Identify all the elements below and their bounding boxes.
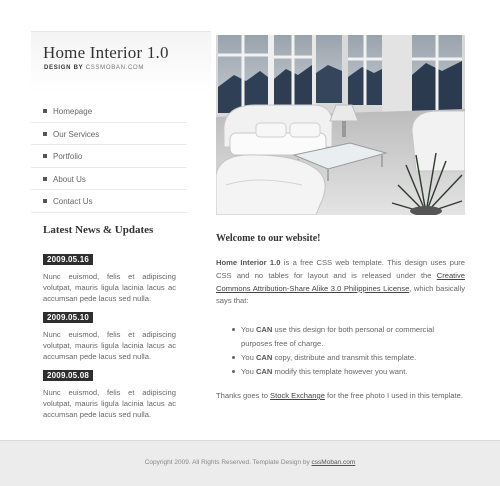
news-item: 2009.05.16 Nunc euismod, felis et adipis… [43,249,176,304]
list-item: You CAN modify this template however you… [232,365,466,379]
sidebar-nav: Homepage Our Services Portfolio About Us… [31,100,187,213]
intro-bold: Home Interior 1.0 [216,258,281,267]
bullet-dot [232,356,235,359]
bullet-dot [232,370,235,373]
list-text: You [241,367,256,376]
list-text: You [241,325,256,334]
list-item: You CAN copy, distribute and transmit th… [232,351,466,365]
footer-text: Copyright 2009. All Rights Reserved. Tem… [0,459,500,466]
nav-item-about-us[interactable]: About Us [31,168,187,190]
site-title: Home Interior 1.0 [43,43,169,62]
list-text: copy, distribute and transmit this templ… [272,353,417,362]
design-by-label: DESIGN BY [44,65,84,71]
news-date-badge: 2009.05.10 [43,312,94,323]
list-item: You CAN use this design for both persona… [232,323,466,351]
intro-paragraph: Home Interior 1.0 is a free CSS web temp… [216,257,465,308]
bullet-dot [232,328,235,331]
nav-item-label: Our Services [53,129,100,139]
news-text: Nunc euismod, felis et adipiscing volutp… [43,272,176,303]
site-header: Home Interior 1.0 DESIGN BY CSSMOBAN.COM [31,31,211,93]
stock-exchange-link[interactable]: Stock Exchange [270,391,325,400]
nav-item-label: Portfolio [53,152,83,161]
hero-image [216,35,465,215]
copyright-text: Copyright 2009. All Rights Reserved. Tem… [144,459,312,466]
design-brand: CSSMOBAN.COM [85,65,145,71]
site-footer: Copyright 2009. All Rights Reserved. Tem… [0,440,500,486]
nav-bullet [43,199,47,203]
news-text: Nunc euismod, felis et adipiscing volutp… [43,388,176,419]
living-room-photo [216,35,465,215]
nav-bullet [43,109,47,113]
list-text: You [241,353,256,362]
nav-item-our-services[interactable]: Our Services [31,123,187,145]
welcome-heading: Welcome to our website! [216,233,321,244]
nav-bullet [43,154,47,158]
thanks-paragraph: Thanks goes to Stock Exchange for the fr… [216,390,465,403]
news-date-badge: 2009.05.16 [43,254,94,265]
footer-link[interactable]: cssMoban.com [312,459,356,466]
nav-bullet [43,176,47,181]
nav-item-label: Homepage [53,107,93,116]
nav-item-portfolio[interactable]: Portfolio [31,145,187,168]
thanks-text: Thanks goes to [216,391,271,400]
news-item: 2009.05.10 Nunc euismod, felis et adipis… [43,307,176,362]
nav-item-label: Contact Us [53,197,93,206]
news-date-badge: 2009.05.08 [43,370,94,381]
site-subtitle: DESIGN BY CSSMOBAN.COM [44,65,144,71]
nav-bullet [43,131,47,136]
nav-item-contact-us[interactable]: Contact Us [31,190,187,213]
list-bold: CAN [255,367,273,376]
rights-list: You CAN use this design for both persona… [232,323,466,379]
list-bold: CAN [255,353,273,362]
news-item: 2009.05.08 Nunc euismod, felis et adipis… [43,365,176,420]
list-bold: CAN [255,325,273,334]
list-text: modify this template however you want. [272,367,408,376]
nav-item-label: About Us [53,174,86,184]
thanks-text-end: for the free photo I used in this templa… [324,391,463,400]
news-heading: Latest News & Updates [43,224,154,236]
news-text: Nunc euismod, felis et adipiscing volutp… [43,330,176,361]
nav-item-homepage[interactable]: Homepage [31,100,187,123]
